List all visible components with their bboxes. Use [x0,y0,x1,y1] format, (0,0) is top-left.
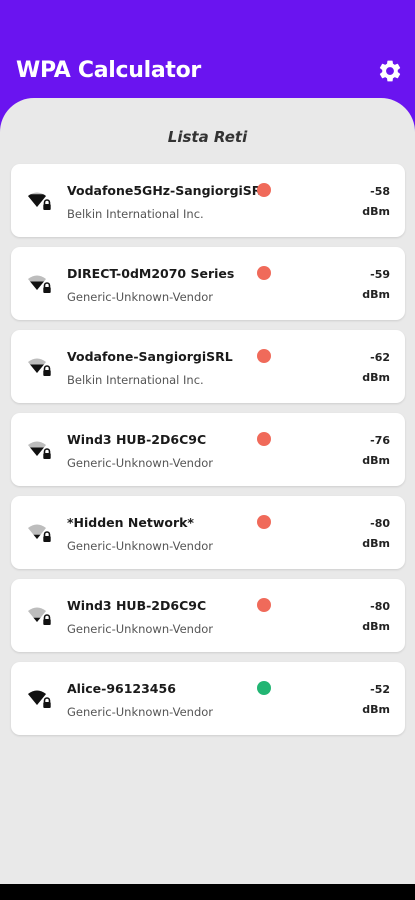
signal-strength: -80 [370,600,390,613]
signal-strength: -62 [370,351,390,364]
network-vendor: Generic-Unknown-Vendor [67,456,214,470]
network-list: Vodafone5GHz-SangiorgiSRL Belkin Internat… [11,164,405,745]
signal-unit: dBm [362,288,390,301]
network-vendor: Generic-Unknown-Vendor [67,539,214,553]
status-dot [257,598,271,612]
signal-unit: dBm [362,454,390,467]
app-bar: WPA Calculator [0,0,415,112]
network-vendor: Generic-Unknown-Vendor [67,622,214,636]
gear-icon [379,60,401,82]
wifi-locked-icon [27,605,53,627]
signal-unit: dBm [362,620,390,633]
signal-strength: -80 [370,517,390,530]
network-list-panel[interactable]: Lista Reti Vodafone5GHz-SangiorgiSRL Belk… [0,98,415,884]
signal-strength: -58 [370,185,390,198]
status-dot [257,349,271,363]
network-card[interactable]: Vodafone-SangiorgiSRL Belkin Internationa… [11,330,405,403]
system-nav-bar [0,884,415,900]
settings-button[interactable] [375,56,405,86]
network-card[interactable]: *Hidden Network* Generic-Unknown-Vendor -8… [11,496,405,569]
wifi-locked-icon [27,356,53,378]
status-dot [257,266,271,280]
network-name: Vodafone5GHz-SangiorgiSRL [67,183,270,198]
network-vendor: Belkin International Inc. [67,373,204,387]
wifi-locked-icon [27,273,53,295]
signal-unit: dBm [362,537,390,550]
signal-strength: -59 [370,268,390,281]
status-dot [257,183,271,197]
network-card[interactable]: Alice-96123456 Generic-Unknown-Vendor -52 d… [11,662,405,735]
signal-unit: dBm [362,205,390,218]
network-name: DIRECT-0dM2070 Series [67,266,235,281]
network-card[interactable]: Wind3 HUB-2D6C9C Generic-Unknown-Vendor -7… [11,413,405,486]
status-dot [257,515,271,529]
list-title: Lista Reti [167,128,248,146]
status-dot [257,681,271,695]
network-name: Alice-96123456 [67,681,176,696]
network-name: Vodafone-SangiorgiSRL [67,349,233,364]
wifi-locked-icon [27,522,53,544]
network-card[interactable]: Vodafone5GHz-SangiorgiSRL Belkin Internat… [11,164,405,237]
wifi-locked-icon [27,439,53,461]
network-card[interactable]: Wind3 HUB-2D6C9C Generic-Unknown-Vendor -8… [11,579,405,652]
wifi-locked-icon [27,190,53,212]
network-vendor: Generic-Unknown-Vendor [67,705,214,719]
network-name: Wind3 HUB-2D6C9C [67,598,207,613]
status-dot [257,432,271,446]
signal-unit: dBm [362,371,390,384]
signal-strength: -52 [370,683,390,696]
app-title: WPA Calculator [16,58,201,83]
signal-unit: dBm [362,703,390,716]
network-name: *Hidden Network* [67,515,194,530]
network-card[interactable]: DIRECT-0dM2070 Series Generic-Unknown-Ven… [11,247,405,320]
network-vendor: Belkin International Inc. [67,207,204,221]
wifi-locked-icon [27,688,53,710]
network-name: Wind3 HUB-2D6C9C [67,432,207,447]
network-vendor: Generic-Unknown-Vendor [67,290,214,304]
signal-strength: -76 [370,434,390,447]
